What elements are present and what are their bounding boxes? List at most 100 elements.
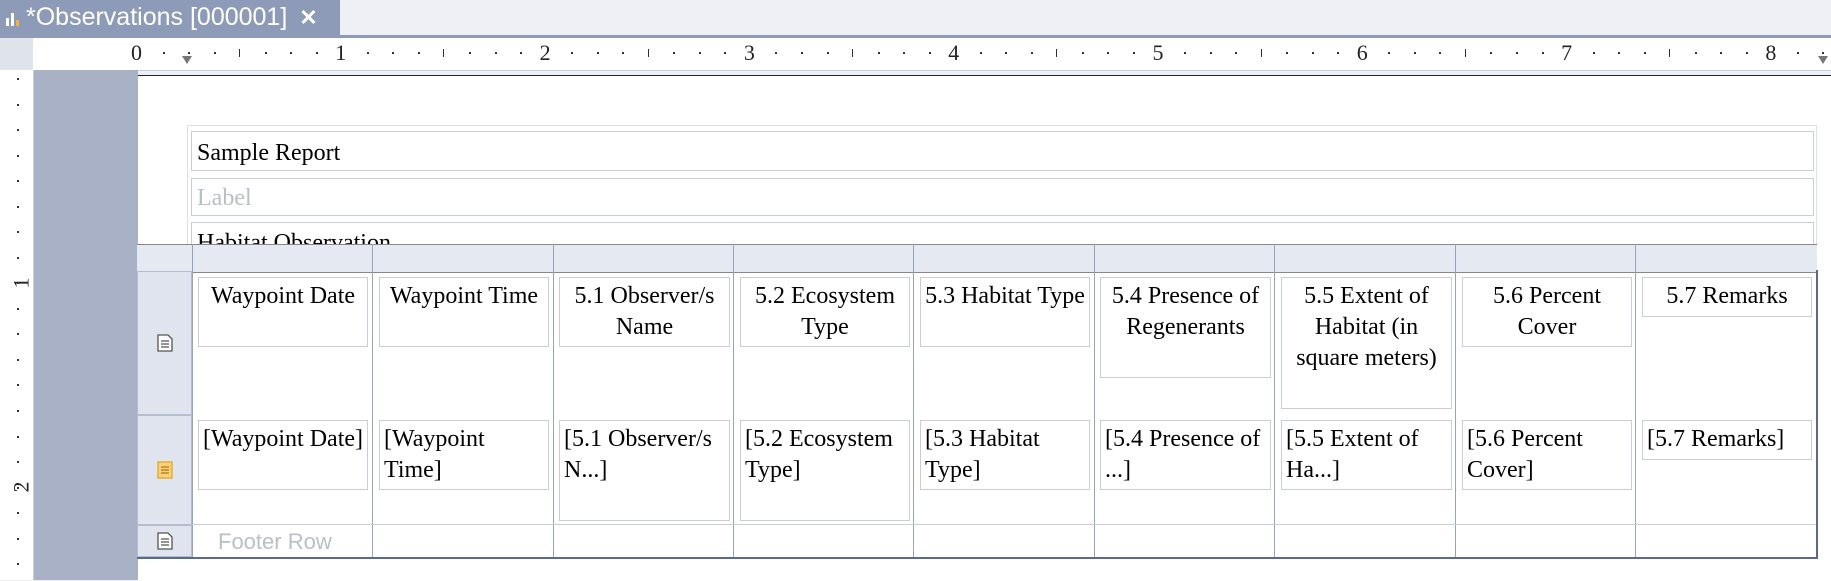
table-bottom-border [137,557,1817,559]
table-right-border [1816,270,1818,559]
ruler-tick [596,52,599,54]
ruler-tick [1592,52,1595,54]
ruler-tick [1311,52,1314,54]
report-title-box[interactable]: Sample Report [191,131,1814,171]
ruler-tick [979,52,982,54]
ruler-tick [1005,52,1008,54]
detail-cell[interactable]: [5.1 Observer/s N...] [559,420,730,521]
close-icon[interactable]: ✕ [299,5,317,31]
column-divider [1274,244,1275,557]
group-header-box[interactable]: Habitat Observation [191,222,1814,246]
header-cell[interactable]: 5.4 Presence of Regenerants [1100,277,1271,378]
ruler-tick [290,52,293,54]
ruler-tick [1388,52,1391,54]
ruler-tick [775,52,778,54]
ruler-tick [1081,52,1084,54]
ruler-tick [1618,52,1621,54]
ruler-tick [1260,49,1262,57]
ruler-number: 2 [539,40,551,65]
ruler-tick [1822,52,1825,54]
ruler-tick [1413,52,1416,54]
header-cell[interactable]: 5.3 Habitat Type [920,277,1090,347]
ruler-tick [213,52,216,54]
ruler-tick [647,49,649,57]
column-divider [553,244,554,557]
ruler-tick [17,537,19,540]
ruler-tick [1745,52,1748,54]
ruler-tick [17,103,19,106]
ruler-tick [1643,52,1646,54]
detail-cell[interactable]: [5.3 Habitat Type] [920,420,1090,490]
ruler-tick [239,49,241,57]
ruler-tick [17,409,19,412]
ruler-number: 7 [1561,40,1573,65]
header-cell[interactable]: 5.7 Remarks [1642,277,1812,317]
ruler-tick [1235,52,1238,54]
ruler-tick [1030,52,1033,54]
ruler-tick [17,129,19,132]
ruler-tick [1184,52,1187,54]
ruler-tick [366,52,369,54]
header-row-handle[interactable] [137,271,192,415]
ruler-tick [17,358,19,361]
ruler-tick [800,52,803,54]
ruler-tick [392,52,395,54]
right-indent-marker[interactable] [1818,56,1828,64]
ruler-tick [17,435,19,438]
ruler-tick [188,52,191,54]
header-cell[interactable]: Waypoint Time [379,277,549,347]
ruler-tick [417,52,420,54]
ruler-tick [264,52,267,54]
detail-cell[interactable]: [5.4 Presence of ...] [1100,420,1271,490]
ruler-tick [1490,52,1493,54]
ruler-tick [852,49,854,57]
footer-row-divider [192,524,1817,525]
ruler-tick [1796,52,1799,54]
ruler-tick [622,52,625,54]
left-indent-marker[interactable] [182,56,192,64]
ruler-tick [17,256,19,259]
ruler-tick [162,52,165,54]
ruler-tick [1541,52,1544,54]
header-row-icon [157,334,173,352]
ruler-tick [1337,52,1340,54]
detail-cell[interactable]: [Waypoint Date] [198,420,368,490]
ruler-tick [17,78,19,80]
header-cell[interactable]: Waypoint Date [198,277,368,347]
column-divider [372,244,373,557]
detail-cell[interactable]: [5.7 Remarks] [1642,420,1812,460]
detail-cell[interactable]: [5.5 Extent of Ha...] [1281,420,1452,490]
ruler-tick [17,154,19,157]
ruler-tick [17,282,19,285]
ruler-number: 4 [948,40,960,65]
footer-row-handle[interactable] [137,525,192,557]
document-tab-title: *Observations [000001] [26,3,288,31]
document-tab-bar: *Observations [000001] ✕ [0,0,1831,35]
ruler-tick [1694,52,1697,54]
column-divider [733,244,734,557]
vertical-ruler[interactable]: 12 [0,70,34,580]
ruler-tick [17,384,19,387]
header-cell[interactable]: 5.6 Percent Cover [1462,277,1632,347]
ruler-tick [724,52,727,54]
ruler-tick [520,52,523,54]
header-cell[interactable]: 5.2 Ecosystem Type [740,277,910,347]
horizontal-ruler[interactable]: 0 1 2 3 4 5 6 7 8 [33,38,1831,71]
ruler-tick [1209,52,1212,54]
footer-row-label[interactable]: Footer Row [218,529,332,555]
ruler-tick [17,307,19,310]
label-placeholder: Label [197,185,252,211]
detail-row-handle[interactable] [137,415,192,525]
detail-cell[interactable]: [5.6 Percent Cover] [1462,420,1632,490]
detail-cell[interactable]: [Waypoint Time] [379,420,549,490]
ruler-tick [1439,52,1442,54]
ruler-tick [17,205,19,208]
ruler-tick [903,52,906,54]
detail-cell[interactable]: [5.2 Ecosystem Type] [740,420,910,521]
label-box[interactable]: Label [191,178,1814,216]
header-cell[interactable]: 5.5 Extent of Habitat (in square meters) [1281,277,1452,409]
ruler-tick [1286,52,1289,54]
ruler-tick [1056,49,1058,57]
document-tab[interactable]: *Observations [000001] ✕ [0,0,340,35]
header-cell[interactable]: 5.1 Observer/s Name [559,277,730,347]
